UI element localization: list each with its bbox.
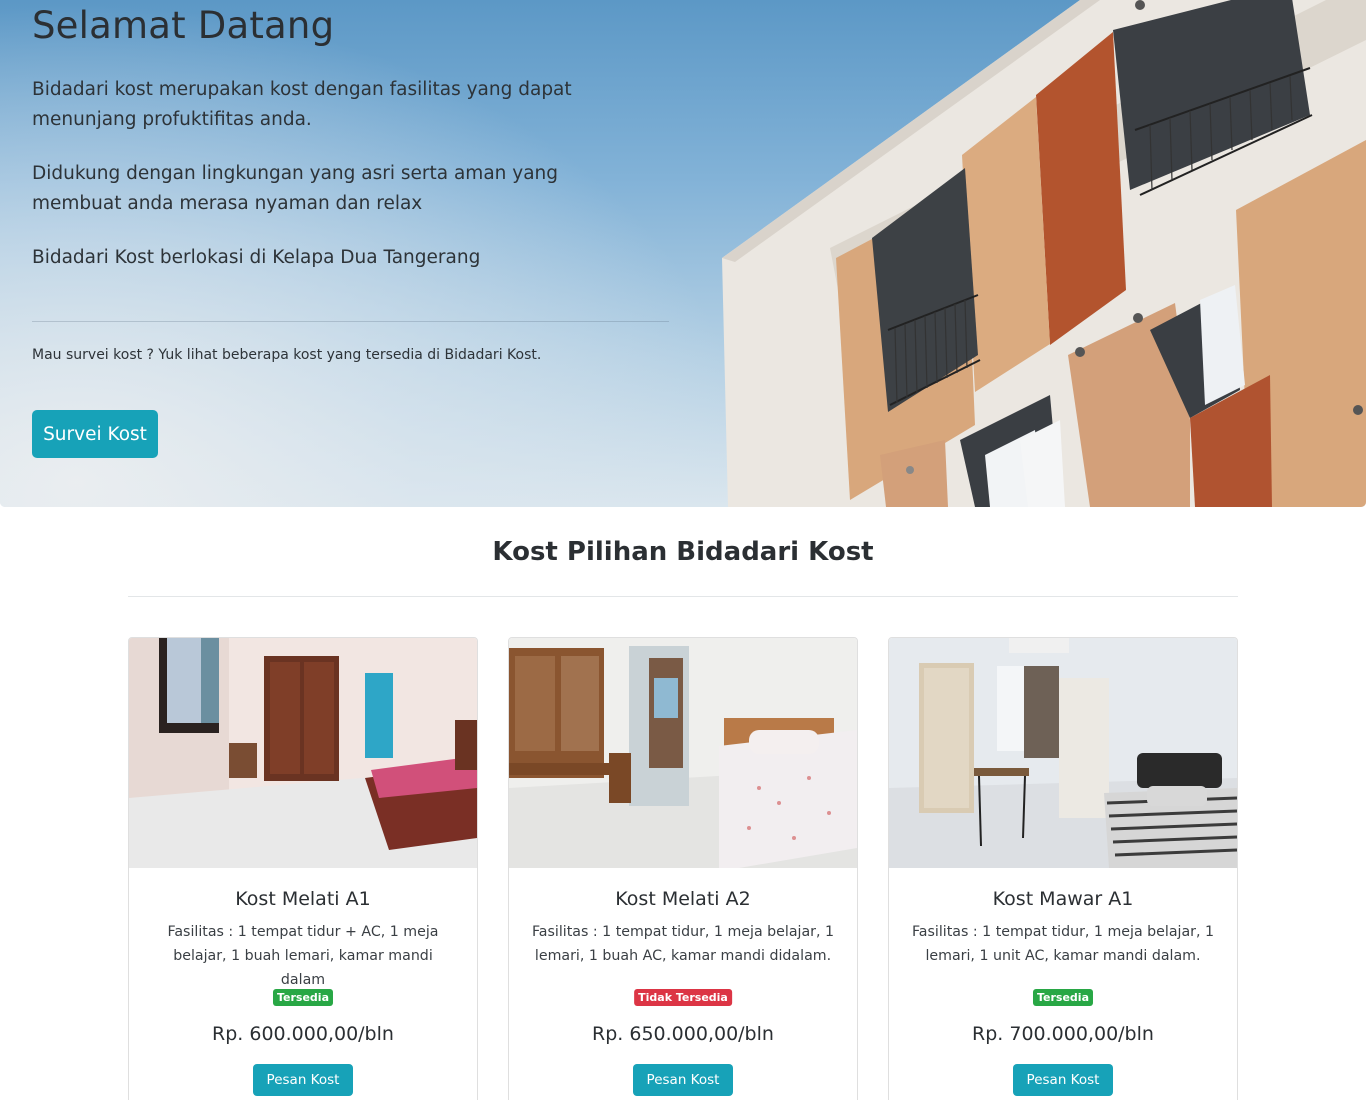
pesan-kost-button[interactable]: Pesan Kost [1013,1064,1113,1096]
card-title: Kost Melati A1 [235,888,371,910]
status-badge: Tersedia [272,989,334,1006]
card-price: Rp. 700.000,00/bln [972,1023,1154,1045]
pesan-kost-button[interactable]: Pesan Kost [633,1064,733,1096]
card-facilities: Fasilitas : 1 tempat tidur + AC, 1 meja … [167,924,439,988]
hero-title: Selamat Datang [32,4,335,47]
room-photo [129,638,477,868]
kost-card: Kost Melati A1 Fasilitas : 1 tempat tidu… [128,637,478,1100]
section-title: Kost Pilihan Bidadari Kost [492,537,874,567]
card-price: Rp. 650.000,00/bln [592,1023,774,1045]
status-badge: Tidak Tersedia [634,989,732,1006]
card-facilities: Fasilitas : 1 tempat tidur, 1 meja belaj… [911,924,1215,964]
room-photo [889,638,1237,868]
card-price: Rp. 600.000,00/bln [212,1023,394,1045]
hero-jumbotron: Selamat Datang Bidadari kost merupakan k… [0,0,1366,507]
hero-paragraph-1: Bidadari kost merupakan kost dengan fasi… [32,79,572,130]
kost-card: Kost Melati A2 Fasilitas : 1 tempat tidu… [508,637,858,1100]
hero-survey-text: Mau survei kost ? Yuk lihat beberapa kos… [32,347,542,363]
kost-card: Kost Mawar A1 Fasilitas : 1 tempat tidur… [888,637,1238,1100]
status-badge: Tersedia [1032,989,1094,1006]
card-facilities: Fasilitas : 1 tempat tidur, 1 meja belaj… [531,924,835,964]
hero-divider [32,321,669,322]
hero-paragraph-3: Bidadari Kost berlokasi di Kelapa Dua Ta… [32,247,481,268]
survey-kost-button[interactable]: Survei Kost [32,410,158,458]
hero-paragraph-2: Didukung dengan lingkungan yang asri ser… [32,163,559,214]
section-divider [128,596,1238,597]
room-photo [509,638,857,868]
card-title: Kost Mawar A1 [992,888,1134,910]
pesan-kost-button[interactable]: Pesan Kost [253,1064,353,1096]
card-title: Kost Melati A2 [615,888,751,910]
